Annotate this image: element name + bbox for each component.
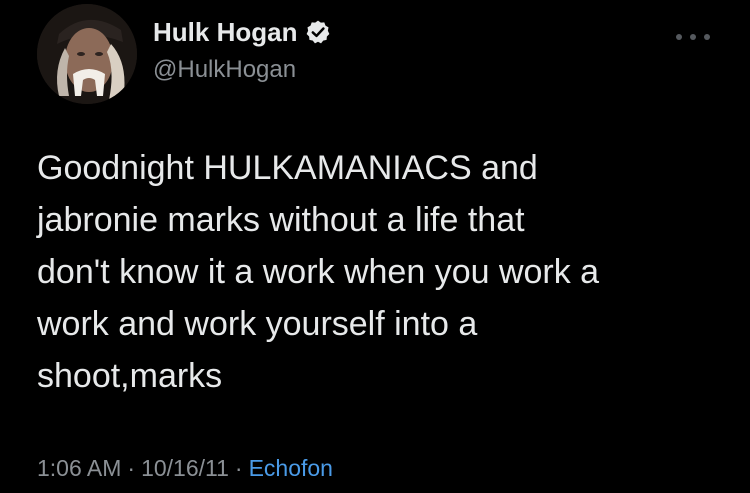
tweet-time[interactable]: 1:06 AM bbox=[37, 455, 121, 481]
display-name-row: Hulk Hogan bbox=[153, 15, 331, 49]
author-info[interactable]: Hulk Hogan @HulkHogan bbox=[153, 15, 331, 85]
tweet-card: Hulk Hogan @HulkHogan Goodnight HULKAMAN… bbox=[0, 0, 750, 493]
tweet-text: Goodnight HULKAMANIACS and jabronie mark… bbox=[37, 149, 600, 395]
avatar-photo-icon bbox=[37, 4, 137, 104]
meta-separator: · bbox=[234, 455, 243, 481]
more-dot bbox=[676, 34, 682, 40]
tweet-source-link[interactable]: Echofon bbox=[249, 455, 333, 481]
more-dot bbox=[704, 34, 710, 40]
verified-badge-icon bbox=[305, 19, 331, 45]
meta-separator: · bbox=[127, 455, 136, 481]
author-display-name[interactable]: Hulk Hogan bbox=[153, 15, 297, 49]
more-dot bbox=[690, 34, 696, 40]
more-options-icon[interactable] bbox=[676, 30, 710, 44]
tweet-date[interactable]: 10/16/11 bbox=[141, 455, 229, 481]
avatar[interactable] bbox=[37, 4, 137, 104]
tweet-meta: 1:06 AM · 10/16/11 · Echofon bbox=[37, 453, 333, 483]
author-handle[interactable]: @HulkHogan bbox=[153, 55, 331, 85]
